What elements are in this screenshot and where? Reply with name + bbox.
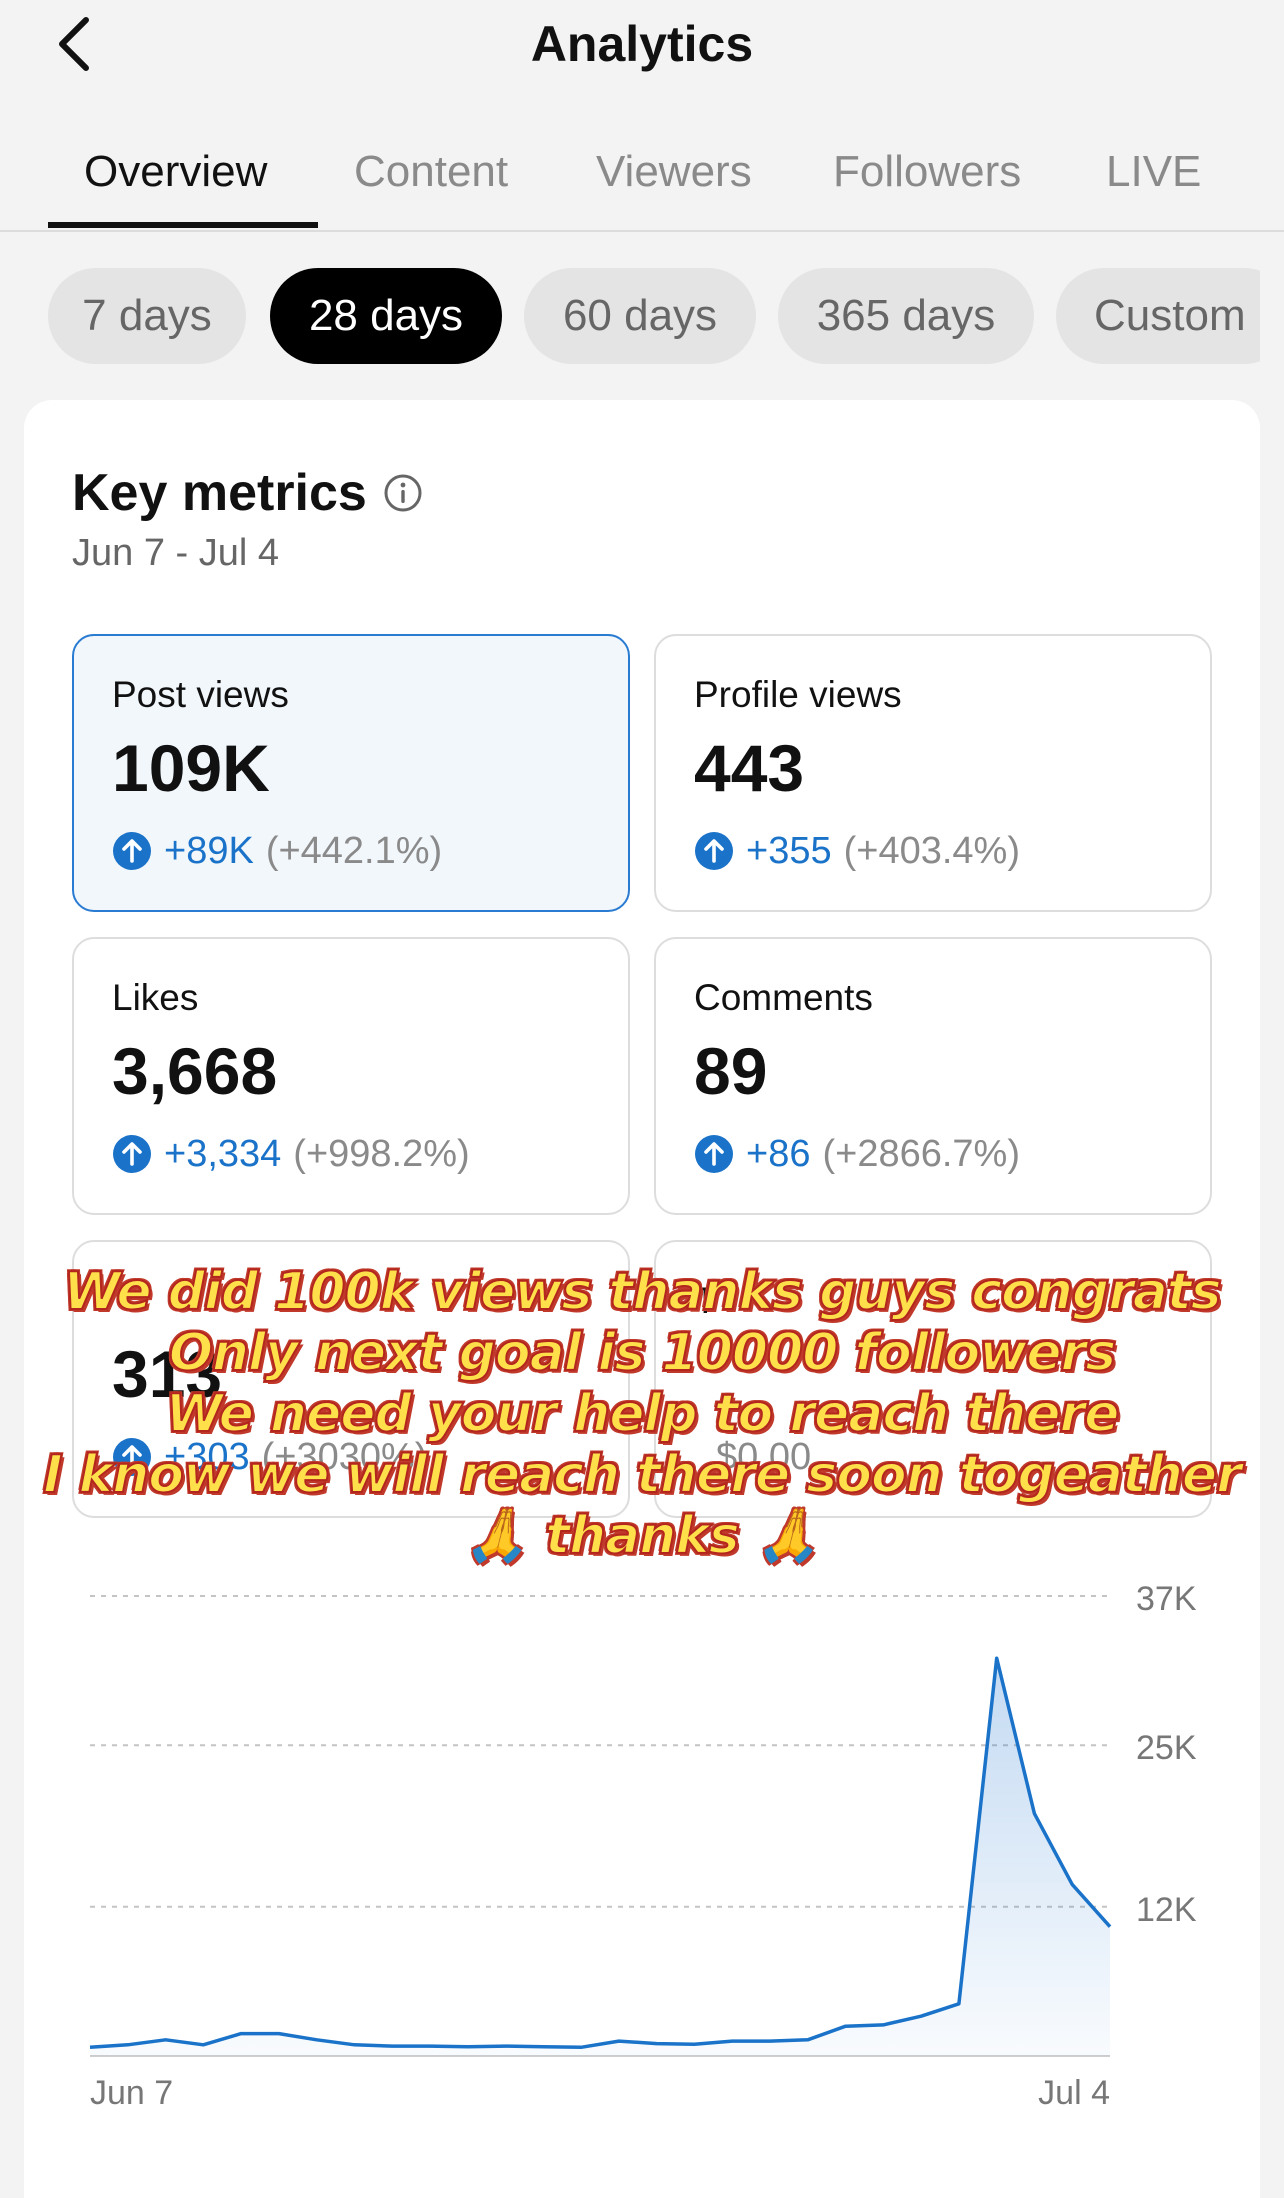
chart-area-fill (90, 1658, 1110, 2056)
chart-y-tick-label: 12K (1136, 1891, 1197, 1929)
chart-y-tick-label: 37K (1136, 1580, 1197, 1618)
range-custom[interactable]: Custom (1056, 268, 1260, 364)
chart-y-tick-label: 25K (1136, 1729, 1197, 1767)
range-365-days[interactable]: 365 days (778, 268, 1034, 364)
range-28-days[interactable]: 28 days (270, 268, 502, 364)
tab-live[interactable]: LIVE (1106, 142, 1201, 202)
tab-bar: Overview Content Viewers Followers LIVE (0, 130, 1284, 232)
chart-x-tick-label: Jun 7 (90, 2074, 173, 2112)
chart-x-tick-label: Jul 4 (1038, 2074, 1110, 2112)
chart-series-line (89, 1656, 1112, 2050)
date-range-selector: 7 days 28 days 60 days 365 days Custom (0, 268, 1260, 364)
range-7-days[interactable]: 7 days (48, 268, 246, 364)
key-metrics-card: Key metrics Jun 7 - Jul 4 Post views 109… (24, 400, 1260, 2198)
top-bar: Analytics (0, 0, 1284, 110)
tab-followers[interactable]: Followers (833, 142, 1021, 202)
tab-overview[interactable]: Overview (84, 142, 267, 202)
page-title: Analytics (530, 16, 754, 72)
range-60-days[interactable]: 60 days (524, 268, 756, 364)
tab-viewers[interactable]: Viewers (596, 142, 752, 202)
tab-content[interactable]: Content (354, 142, 508, 202)
active-tab-indicator (48, 222, 318, 228)
post-views-chart: 37K 25K 12K Jun 7 Jul 4 (89, 1580, 1197, 2112)
